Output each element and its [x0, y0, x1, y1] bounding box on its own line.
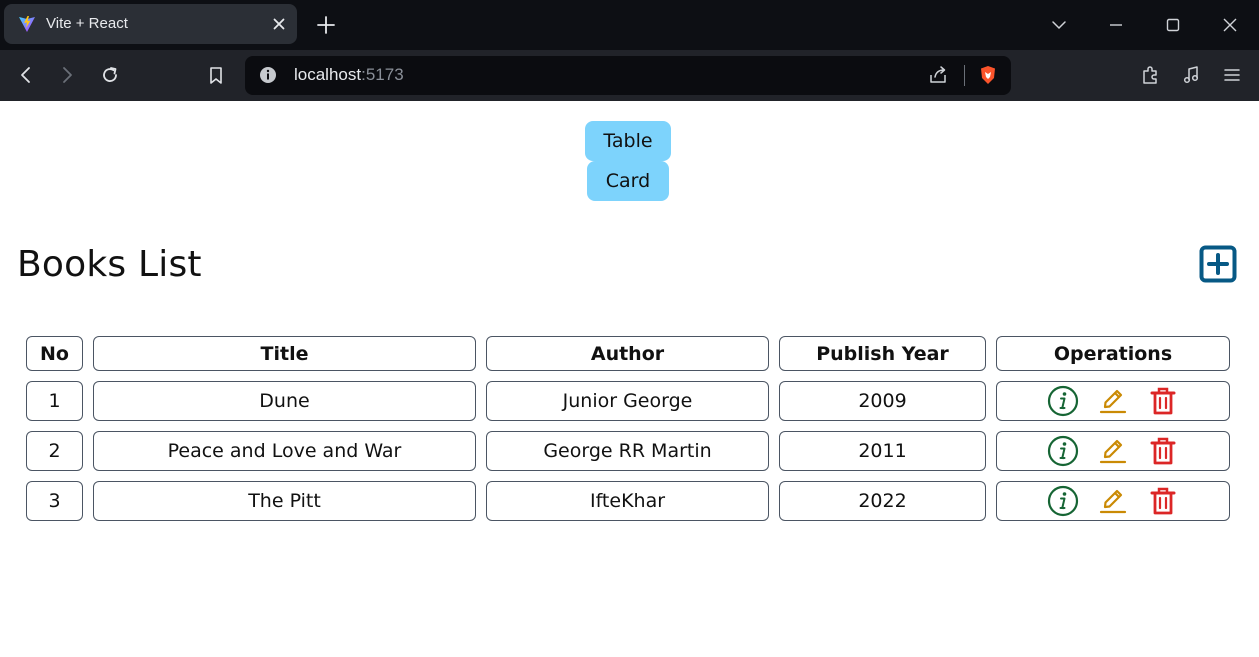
extensions-icon[interactable] [1140, 65, 1160, 85]
add-book-icon[interactable] [1199, 245, 1237, 283]
header-author: Author [486, 336, 769, 371]
cell-publish-year: 2009 [779, 381, 986, 421]
vite-logo-icon [19, 16, 35, 32]
url-host: localhost [294, 65, 362, 84]
cell-publish-year: 2011 [779, 431, 986, 471]
page-content: Table Card Books List No Title Author Pu… [0, 101, 1259, 657]
cell-title: Peace and Love and War [93, 431, 476, 471]
cell-no: 2 [26, 431, 83, 471]
cell-no: 1 [26, 381, 83, 421]
reload-icon[interactable] [100, 65, 120, 85]
table-view-button[interactable]: Table [585, 121, 671, 161]
maximize-icon[interactable] [1165, 17, 1181, 33]
info-icon[interactable] [1047, 435, 1079, 467]
delete-icon[interactable] [1147, 485, 1179, 517]
card-view-button[interactable]: Card [587, 161, 669, 201]
tab-search-chevron-icon[interactable] [1051, 17, 1067, 33]
header-title: Title [93, 336, 476, 371]
new-tab-icon[interactable] [316, 15, 336, 35]
info-icon[interactable] [1047, 485, 1079, 517]
cell-author: Junior George [486, 381, 769, 421]
close-window-icon[interactable] [1222, 17, 1238, 33]
url-text: localhost:5173 [294, 65, 404, 85]
brave-shields-icon[interactable] [978, 65, 998, 85]
edit-icon[interactable] [1097, 485, 1129, 517]
cell-title: Dune [93, 381, 476, 421]
edit-icon[interactable] [1097, 385, 1129, 417]
url-separator [964, 65, 965, 86]
browser-tab[interactable]: Vite + React [4, 4, 297, 44]
media-icon[interactable] [1181, 65, 1201, 85]
forward-icon[interactable] [57, 65, 77, 85]
cell-author: IfteKhar [486, 481, 769, 521]
close-tab-icon[interactable] [271, 16, 287, 32]
tab-title: Vite + React [46, 15, 128, 32]
bookmark-icon[interactable] [206, 65, 226, 85]
edit-icon[interactable] [1097, 435, 1129, 467]
delete-icon[interactable] [1147, 435, 1179, 467]
back-icon[interactable] [16, 65, 36, 85]
header-operations: Operations [996, 336, 1230, 371]
menu-icon[interactable] [1222, 65, 1242, 85]
site-info-icon[interactable] [259, 66, 277, 84]
url-port: :5173 [361, 65, 404, 84]
cell-publish-year: 2022 [779, 481, 986, 521]
cell-author: George RR Martin [486, 431, 769, 471]
delete-icon[interactable] [1147, 385, 1179, 417]
minimize-icon[interactable] [1108, 17, 1124, 33]
page-title: Books List [17, 244, 202, 285]
cell-no: 3 [26, 481, 83, 521]
share-icon[interactable] [928, 65, 948, 85]
browser-tab-bar: Vite + React [0, 0, 1259, 50]
info-icon[interactable] [1047, 385, 1079, 417]
cell-title: The Pitt [93, 481, 476, 521]
header-no: No [26, 336, 83, 371]
header-publish-year: Publish Year [779, 336, 986, 371]
